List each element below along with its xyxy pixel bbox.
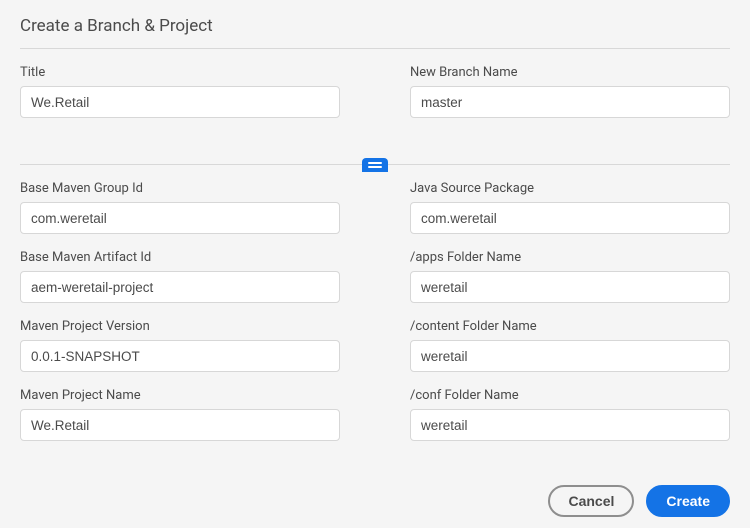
content-folder-field-group: /content Folder Name [410, 319, 730, 372]
details-left-column: Base Maven Group Id Base Maven Artifact … [20, 181, 340, 457]
content-folder-label: /content Folder Name [410, 319, 730, 334]
branch-input[interactable] [410, 86, 730, 118]
section-divider [20, 164, 730, 165]
artifact-id-input[interactable] [20, 271, 340, 303]
apps-folder-label: /apps Folder Name [410, 250, 730, 265]
content-folder-input[interactable] [410, 340, 730, 372]
top-left-column: Title [20, 65, 340, 134]
details-right-column: Java Source Package /apps Folder Name /c… [410, 181, 730, 457]
version-field-group: Maven Project Version [20, 319, 340, 372]
branch-field-group: New Branch Name [410, 65, 730, 118]
details-section: Base Maven Group Id Base Maven Artifact … [20, 165, 730, 467]
group-id-field-group: Base Maven Group Id [20, 181, 340, 234]
project-name-field-group: Maven Project Name [20, 388, 340, 441]
java-pkg-label: Java Source Package [410, 181, 730, 196]
create-button[interactable]: Create [646, 485, 730, 517]
project-name-label: Maven Project Name [20, 388, 340, 403]
conf-folder-label: /conf Folder Name [410, 388, 730, 403]
apps-folder-field-group: /apps Folder Name [410, 250, 730, 303]
dialog-title: Create a Branch & Project [20, 16, 730, 49]
cancel-button[interactable]: Cancel [548, 485, 634, 517]
top-right-column: New Branch Name [410, 65, 730, 134]
top-section: Title New Branch Name [20, 49, 730, 144]
java-pkg-field-group: Java Source Package [410, 181, 730, 234]
java-pkg-input[interactable] [410, 202, 730, 234]
conf-folder-field-group: /conf Folder Name [410, 388, 730, 441]
title-label: Title [20, 65, 340, 80]
group-id-label: Base Maven Group Id [20, 181, 340, 196]
artifact-id-field-group: Base Maven Artifact Id [20, 250, 340, 303]
conf-folder-input[interactable] [410, 409, 730, 441]
title-input[interactable] [20, 86, 340, 118]
expand-handle-icon[interactable] [362, 158, 388, 172]
apps-folder-input[interactable] [410, 271, 730, 303]
branch-label: New Branch Name [410, 65, 730, 80]
title-field-group: Title [20, 65, 340, 118]
version-input[interactable] [20, 340, 340, 372]
version-label: Maven Project Version [20, 319, 340, 334]
project-name-input[interactable] [20, 409, 340, 441]
artifact-id-label: Base Maven Artifact Id [20, 250, 340, 265]
group-id-input[interactable] [20, 202, 340, 234]
actions-row: Cancel Create [20, 467, 730, 517]
